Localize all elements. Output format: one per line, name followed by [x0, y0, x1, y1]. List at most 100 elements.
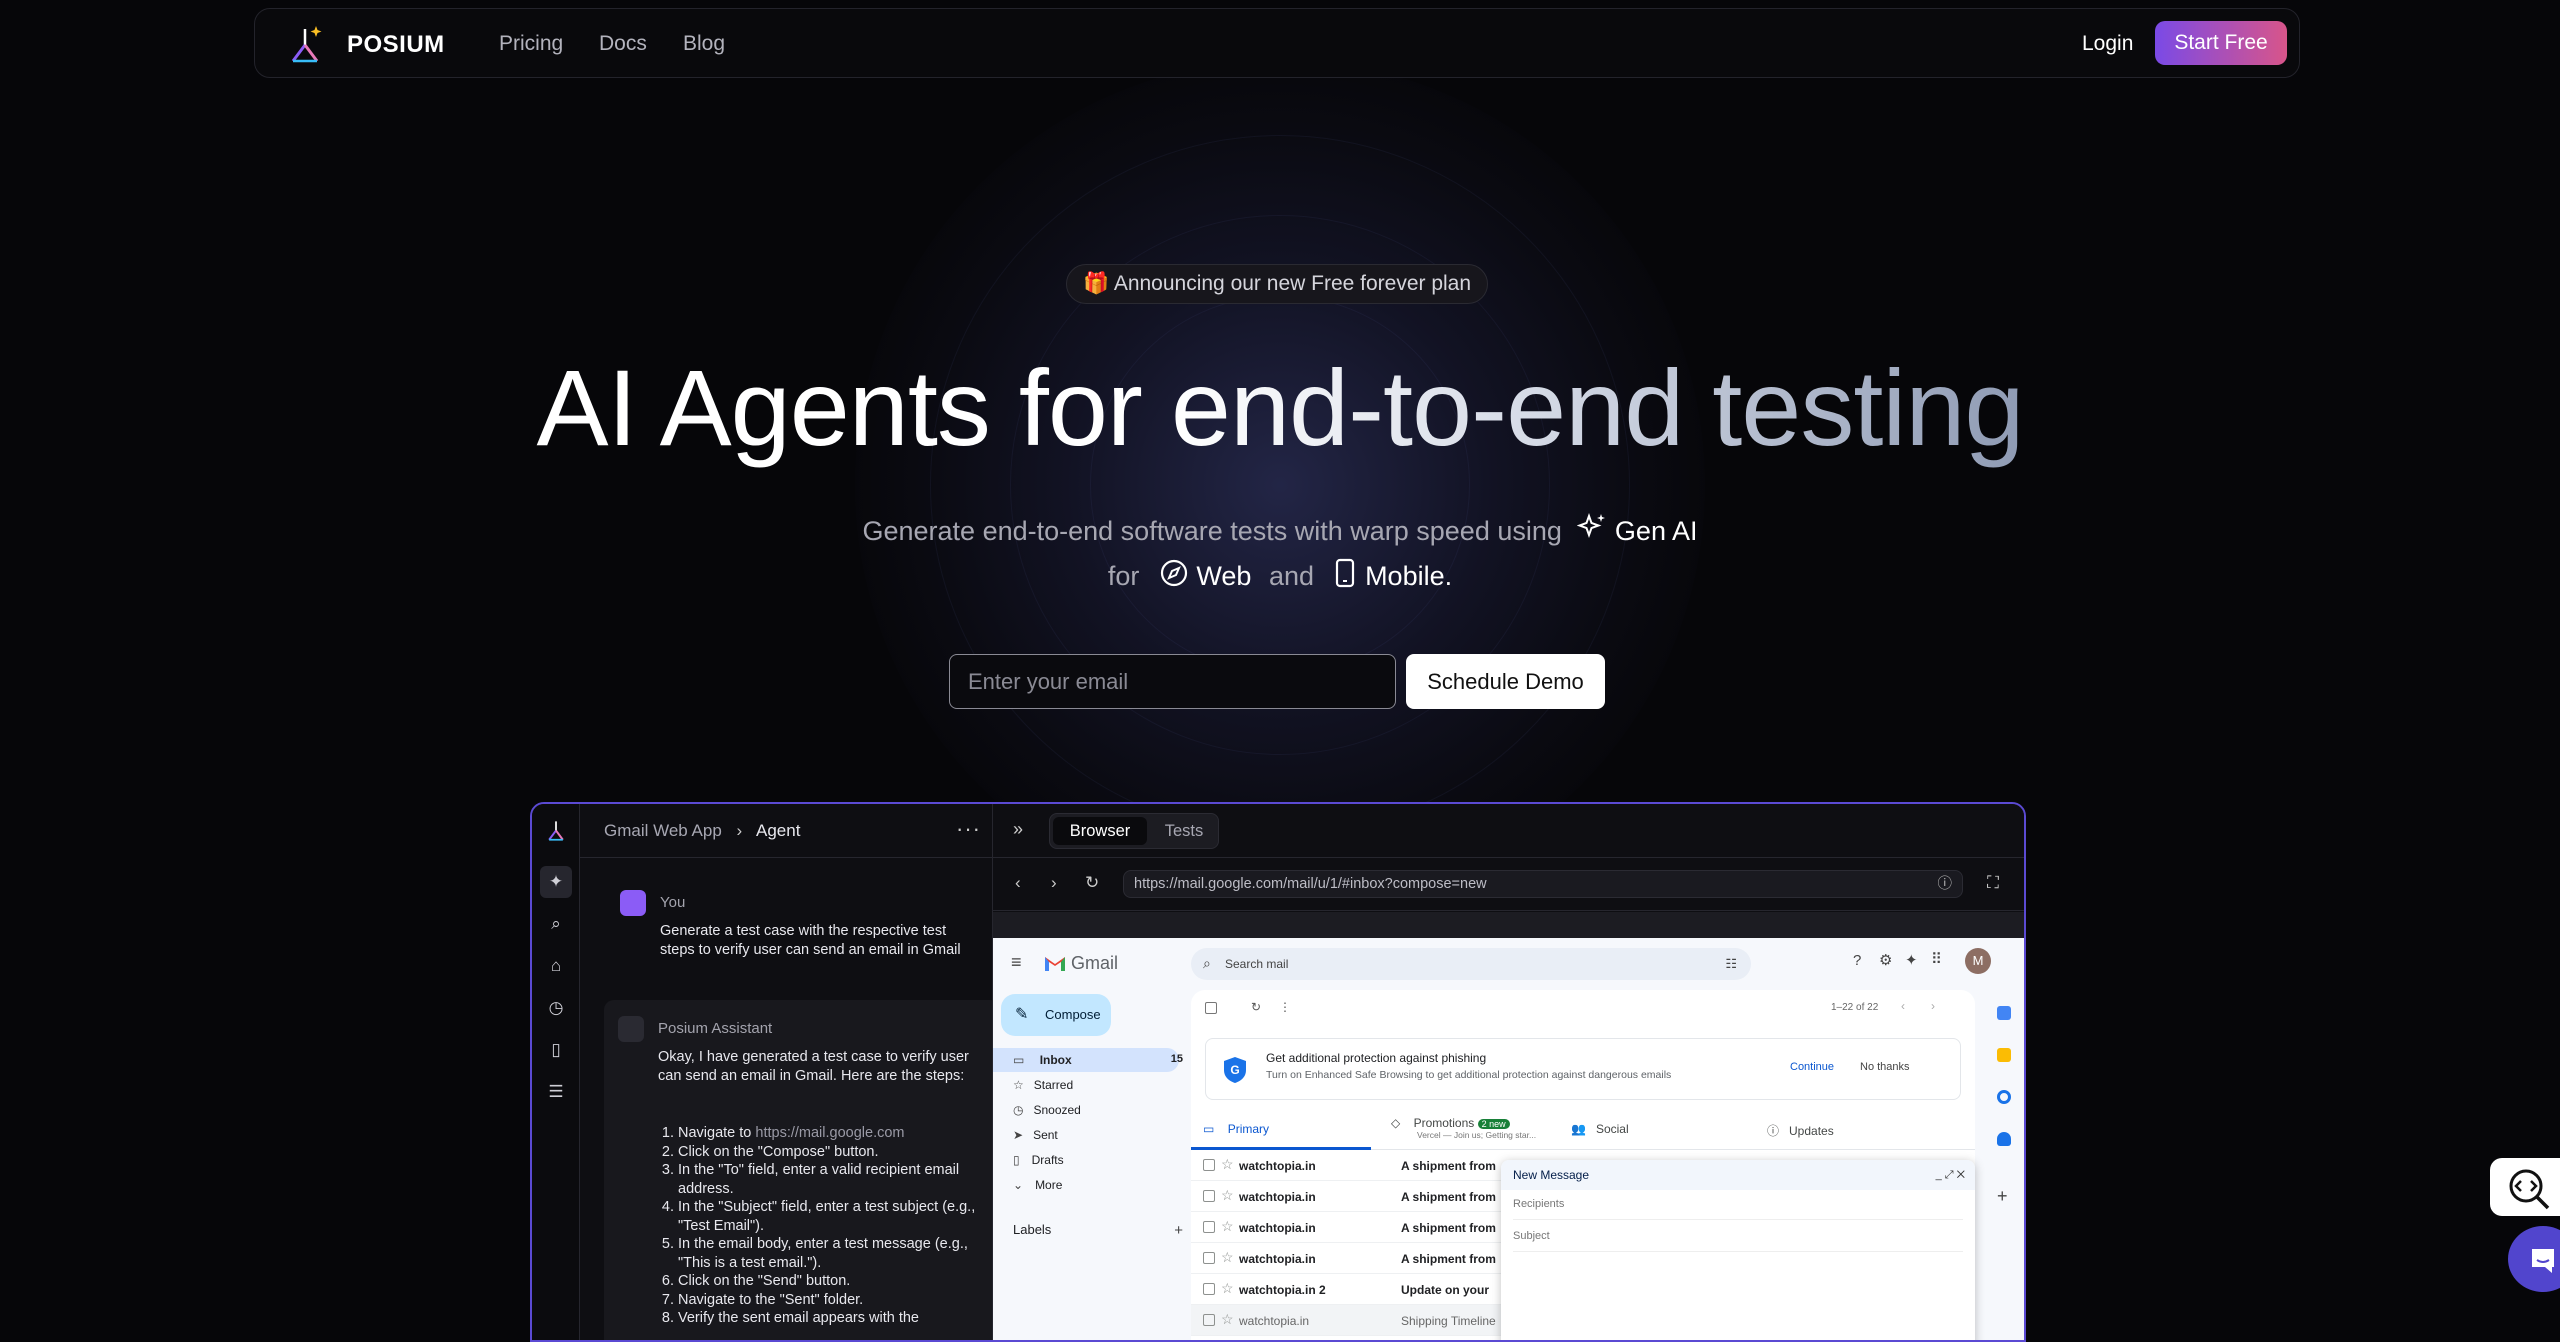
gemini-icon[interactable]: ✦ [1905, 951, 1918, 969]
sidebar-item-more[interactable]: ⌄ More [1013, 1178, 1062, 1192]
star-icon: ☆ [1221, 1249, 1234, 1265]
labels-heading: Labels + [1013, 1222, 1183, 1239]
hero-title: AI Agents for end-to-end testing [0, 348, 2560, 468]
user-message-text: Generate a test case with the respective… [660, 923, 961, 958]
back-icon[interactable]: ‹ [1015, 873, 1021, 893]
gear-icon[interactable]: ⚙ [1879, 951, 1892, 969]
tab-updates[interactable]: ⓘ Updates [1767, 1122, 1834, 1139]
new-message-title: New Message [1513, 1168, 1590, 1182]
new-message-header[interactable]: New Message _ ⤢ ✕ [1501, 1160, 1975, 1190]
subject-field[interactable]: Subject [1513, 1230, 1963, 1252]
fullscreen-icon[interactable]: ⛶ [1987, 873, 1999, 893]
nav-link-docs[interactable]: Docs [599, 32, 647, 56]
prev-page-icon[interactable]: ‹ [1901, 999, 1905, 1013]
add-label-icon[interactable]: + [1174, 1222, 1183, 1239]
forward-icon[interactable]: › [1051, 873, 1057, 893]
step-link[interactable]: https://mail.google.com [755, 1125, 904, 1141]
draft-icon: ▯ [1013, 1153, 1020, 1167]
breadcrumb-project[interactable]: Gmail Web App [604, 821, 722, 840]
icon-rail: ✦ ⌕ ⌂ ◷ ▯ ☰ [532, 804, 580, 1340]
keep-icon[interactable] [1997, 1048, 2011, 1062]
chat-bubble-icon [2532, 1249, 2554, 1273]
assistant-intro: Okay, I have generated a test case to ve… [658, 1049, 969, 1084]
gmail-side-panel: + [1985, 990, 2024, 1340]
tab-primary[interactable]: ▭ Primary [1203, 1122, 1269, 1136]
schedule-demo-button[interactable]: Schedule Demo [1406, 654, 1605, 709]
info-icon[interactable]: ⓘ [1938, 871, 1953, 897]
tab-promotions[interactable]: ◇ Promotions 2 new Vercel — Join us; Get… [1391, 1116, 1536, 1140]
nav-link-blog[interactable]: Blog [683, 32, 725, 56]
contacts-icon[interactable] [1997, 1132, 2011, 1146]
sidebar-item-sent[interactable]: ➤ Sent [1013, 1128, 1058, 1142]
posium-logo-icon[interactable] [544, 818, 568, 842]
test-steps-list: Navigate to https://mail.google.com Clic… [660, 1124, 980, 1328]
avatar[interactable]: M [1965, 948, 1991, 974]
next-page-icon[interactable]: › [1931, 999, 1935, 1013]
and-text: and [1268, 561, 1315, 591]
compose-button[interactable]: ✎ Compose [1001, 994, 1111, 1036]
login-link[interactable]: Login [2082, 32, 2133, 56]
tab-browser[interactable]: Browser [1053, 817, 1147, 845]
people-icon: 👥 [1571, 1122, 1586, 1136]
new-message-window: New Message _ ⤢ ✕ Recipients Subject [1501, 1160, 1975, 1340]
apps-grid-icon[interactable]: ⠿ [1931, 950, 1942, 968]
add-addon-icon[interactable]: + [1997, 1186, 2008, 1207]
gmail-search[interactable]: ⌕ Search mail ☷ [1191, 948, 1751, 980]
test-step: In the email body, enter a test message … [678, 1235, 980, 1272]
expand-chevrons-icon[interactable]: » [1013, 819, 1023, 840]
calendar-icon[interactable] [1997, 1006, 2011, 1020]
recipients-field[interactable]: Recipients [1513, 1198, 1963, 1220]
search-placeholder: Search mail [1225, 957, 1289, 971]
search-options-icon[interactable]: ☷ [1725, 956, 1737, 972]
banner-title: Get additional protection against phishi… [1266, 1051, 1487, 1065]
url-field[interactable]: https://mail.google.com/mail/u/1/#inbox?… [1123, 870, 1963, 898]
posium-logo-icon[interactable] [285, 23, 325, 65]
announcement-badge[interactable]: 🎁 Announcing our new Free forever plan [1066, 264, 1488, 304]
assistant-message: Posium Assistant Okay, I have generated … [604, 1000, 1000, 1340]
tab-social[interactable]: 👥 Social [1571, 1122, 1629, 1136]
gift-icon: 🎁 [1082, 272, 1110, 295]
brand-name[interactable]: POSIUM [347, 31, 445, 59]
gen-ai-label: Gen AI [1614, 516, 1698, 546]
sparkles-icon[interactable]: ✦ [544, 870, 568, 894]
browser-panel: » Browser Tests ‹ › ↻ https://mail.googl… [993, 804, 2024, 1340]
app-preview: ✦ ⌕ ⌂ ◷ ▯ ☰ Gmail Web App › Agent ··· Yo… [530, 802, 2026, 1342]
clock-icon[interactable]: ◷ [544, 996, 568, 1020]
compass-icon [1160, 559, 1188, 587]
chat-support-button[interactable] [2508, 1226, 2560, 1292]
banner-continue-link[interactable]: Continue [1790, 1061, 1834, 1073]
more-options-icon[interactable]: ··· [956, 816, 981, 842]
gmail-logo-icon [1045, 957, 1065, 971]
test-step: In the "To" field, enter a valid recipie… [678, 1161, 980, 1198]
browser-toolbar: » Browser Tests [993, 804, 2024, 858]
pencil-icon: ✎ [1015, 1006, 1029, 1023]
window-controls-icon[interactable]: _ ⤢ ✕ [1936, 1160, 1965, 1190]
hero-subtitle-line2: for Web and Mobile. [0, 558, 2560, 592]
refresh-icon[interactable]: ↻ [1251, 1000, 1261, 1014]
start-free-button[interactable]: Start Free [2155, 21, 2287, 65]
help-icon[interactable]: ? [1853, 952, 1861, 969]
zoom-widget[interactable] [2490, 1158, 2560, 1216]
test-step: In the "Subject" field, enter a test sub… [678, 1198, 980, 1235]
email-input[interactable] [949, 654, 1396, 709]
more-vert-icon[interactable]: ⋮ [1279, 1000, 1291, 1014]
sidebar-item-inbox[interactable]: ▭ Inbox 15 [1013, 1053, 1183, 1067]
nav-link-pricing[interactable]: Pricing [499, 32, 563, 56]
select-all-checkbox[interactable] [1205, 1002, 1217, 1014]
web-label: Web [1196, 561, 1252, 591]
for-text: for [1107, 561, 1140, 591]
search-icon[interactable]: ⌕ [544, 912, 568, 936]
promotions-badge: 2 new [1477, 1119, 1510, 1129]
reload-icon[interactable]: ↻ [1085, 873, 1099, 893]
settings-sliders-icon[interactable]: ☰ [544, 1080, 568, 1104]
banner-dismiss-link[interactable]: No thanks [1860, 1061, 1910, 1073]
sidebar-item-starred[interactable]: ☆ Starred [1013, 1078, 1073, 1092]
book-icon[interactable]: ▯ [544, 1038, 568, 1062]
sidebar-item-snoozed[interactable]: ◷ Snoozed [1013, 1103, 1081, 1117]
tab-tests[interactable]: Tests [1154, 817, 1214, 845]
sidebar-item-drafts[interactable]: ▯ Drafts [1013, 1153, 1064, 1167]
mobile-label: Mobile. [1365, 561, 1453, 591]
home-icon[interactable]: ⌂ [544, 954, 568, 978]
hamburger-menu-icon[interactable]: ≡ [1011, 952, 1022, 973]
tasks-icon[interactable] [1997, 1090, 2011, 1104]
